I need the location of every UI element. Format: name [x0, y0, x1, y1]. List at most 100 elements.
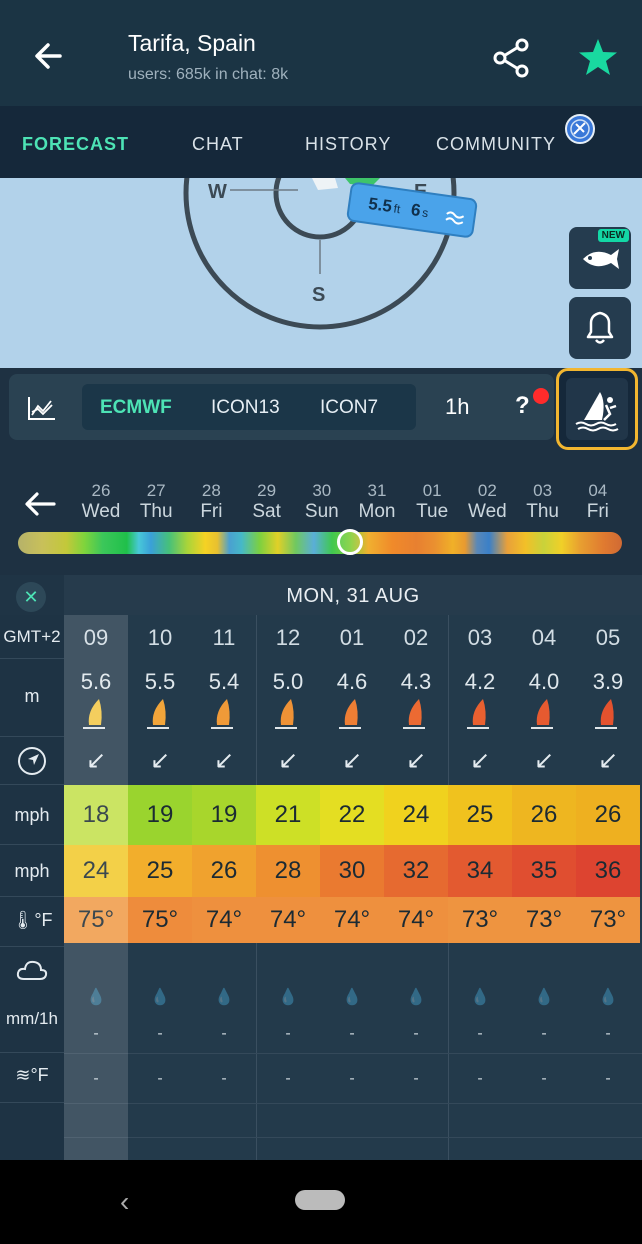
gust-unit-label[interactable]: mph	[0, 845, 64, 897]
wind-direction-arrow-icon: ↙	[597, 747, 619, 774]
hour-label[interactable]: 11	[192, 625, 256, 651]
wave-height-value: 4.6	[336, 669, 368, 694]
tab-forecast[interactable]: FORECAST	[22, 134, 129, 155]
compass-icon	[18, 747, 46, 775]
day-weekday: Tue	[416, 501, 449, 522]
temperature-cell: 75°	[128, 897, 192, 943]
sail-icon	[467, 699, 489, 729]
tab-community[interactable]: COMMUNITY	[436, 134, 556, 155]
hour-label[interactable]: 02	[384, 625, 448, 651]
wave-height-value: 5.6	[80, 669, 112, 694]
tab-chat[interactable]: CHAT	[192, 134, 244, 155]
day-8[interactable]: 03 Thu	[513, 481, 573, 523]
day-weekday: Sun	[304, 501, 339, 522]
close-cell: ✕	[0, 575, 64, 615]
cloud-icon	[16, 960, 48, 980]
day-3[interactable]: 29 Sat	[237, 481, 297, 523]
timeline-knob[interactable]	[337, 529, 363, 555]
model-selector: ECMWF ICON13 ICON7	[82, 384, 416, 430]
model-icon13[interactable]: ICON13	[211, 397, 280, 419]
wave-unit-label[interactable]: m	[0, 659, 64, 737]
hour-label[interactable]: 09	[64, 625, 128, 651]
wind-direction-arrow-icon: ↙	[213, 747, 235, 774]
page-title: Tarifa, Spain	[128, 30, 256, 56]
rain-value: -	[541, 1025, 547, 1042]
alerts-button[interactable]	[569, 297, 631, 359]
days-back-arrow-icon[interactable]	[22, 488, 58, 520]
system-home-button[interactable]	[295, 1190, 345, 1210]
wind-speed-cell: 19	[192, 785, 256, 845]
wind-unit-label[interactable]: mph	[0, 785, 64, 845]
wave-height-unit: ft	[392, 201, 402, 217]
spot-map[interactable]: W E S	[0, 178, 642, 368]
day-number: 28	[201, 481, 221, 500]
rain-unit-label[interactable]: mm/1h	[0, 999, 64, 1053]
wind-direction-arrow-icon: ↙	[405, 747, 427, 774]
hour-label[interactable]: 04	[512, 625, 576, 651]
row-separator	[64, 1053, 642, 1054]
hour-label[interactable]: 10	[128, 625, 192, 651]
back-arrow-icon[interactable]	[30, 36, 70, 76]
hour-label[interactable]: 12	[256, 625, 320, 651]
interval-toggle[interactable]: 1h	[445, 394, 469, 420]
model-ecmwf[interactable]: ECMWF	[100, 397, 172, 419]
wind-compass-icon	[183, 178, 457, 330]
temperature-cell: 73°	[512, 897, 576, 943]
day-weekday: Wed	[81, 501, 121, 522]
row-separator	[64, 1137, 642, 1138]
windsurf-mode-button[interactable]	[556, 368, 638, 450]
rain-value: -	[157, 1025, 163, 1042]
help-button[interactable]: ?	[515, 392, 530, 420]
hour-label[interactable]: 03	[448, 625, 512, 651]
favorite-star-icon[interactable]	[576, 36, 620, 80]
day-2[interactable]: 28 Fri	[181, 481, 241, 523]
tab-history[interactable]: HISTORY	[305, 134, 391, 155]
rain-value: -	[93, 1025, 99, 1042]
model-bar: ECMWF ICON13 ICON7 1h ?	[9, 374, 554, 440]
water-temp-label[interactable]: ≋°F	[0, 1053, 64, 1103]
wind-timeline-bar[interactable]	[18, 532, 622, 554]
day-weekday: Fri	[586, 501, 609, 522]
day-4[interactable]: 30 Sun	[292, 481, 352, 523]
day-5[interactable]: 31 Mon	[347, 481, 407, 523]
day-number: 27	[146, 481, 166, 500]
forecast-grid: 09 5.6 ↙ 💧 - - 10 5.5 ↙ 💧 - - 11 5.4 ↙ 💧 - - 12 5.0 ↙ 💧 - - 01 4.…	[64, 615, 642, 1160]
day-7[interactable]: 02 Wed	[457, 481, 517, 523]
temp-unit-label[interactable]: 🌡°F	[0, 897, 64, 947]
rain-value: -	[477, 1025, 483, 1042]
system-back-button[interactable]: ‹	[120, 1186, 129, 1218]
day-weekday: Thu	[526, 501, 559, 522]
water-temp-value: -	[605, 1070, 611, 1087]
wind-gust-cell: 36	[576, 845, 640, 897]
day-number: 01	[422, 481, 442, 500]
day-6[interactable]: 01 Tue	[402, 481, 462, 523]
wind-speed-cell: 21	[256, 785, 320, 845]
wind-speed-cell: 26	[512, 785, 576, 845]
day-number: 29	[257, 481, 277, 500]
chart-icon[interactable]	[27, 395, 57, 421]
wave-height-value: 5.0	[272, 669, 304, 694]
close-icon[interactable]: ✕	[16, 582, 46, 612]
day-9[interactable]: 04 Fri	[568, 481, 628, 523]
wind-gust-cell: 28	[256, 845, 320, 897]
timezone-label[interactable]: GMT+2	[0, 615, 64, 659]
model-icon7[interactable]: ICON7	[320, 397, 378, 419]
day-weekday: Mon	[358, 501, 396, 522]
rain-drop-icon: 💧	[150, 989, 170, 1006]
fishing-button[interactable]: NEW	[569, 227, 631, 289]
rain-value: -	[221, 1025, 227, 1042]
day-0[interactable]: 26 Wed	[71, 481, 131, 523]
wind-direction-arrow-icon: ↙	[149, 747, 171, 774]
day-number: 30	[312, 481, 332, 500]
header: Tarifa, Spain users: 685k in chat: 8k	[0, 0, 642, 106]
day-1[interactable]: 27 Thu	[126, 481, 186, 523]
wind-direction-arrow-icon: ↙	[277, 747, 299, 774]
sail-icon	[83, 699, 105, 729]
share-icon[interactable]	[490, 36, 534, 80]
hour-label[interactable]: 01	[320, 625, 384, 651]
wind-speed-cell: 24	[384, 785, 448, 845]
water-temp-value: -	[413, 1070, 419, 1087]
temp-unit-text: °F	[34, 910, 53, 930]
day-number: 03	[533, 481, 553, 500]
hour-label[interactable]: 05	[576, 625, 640, 651]
